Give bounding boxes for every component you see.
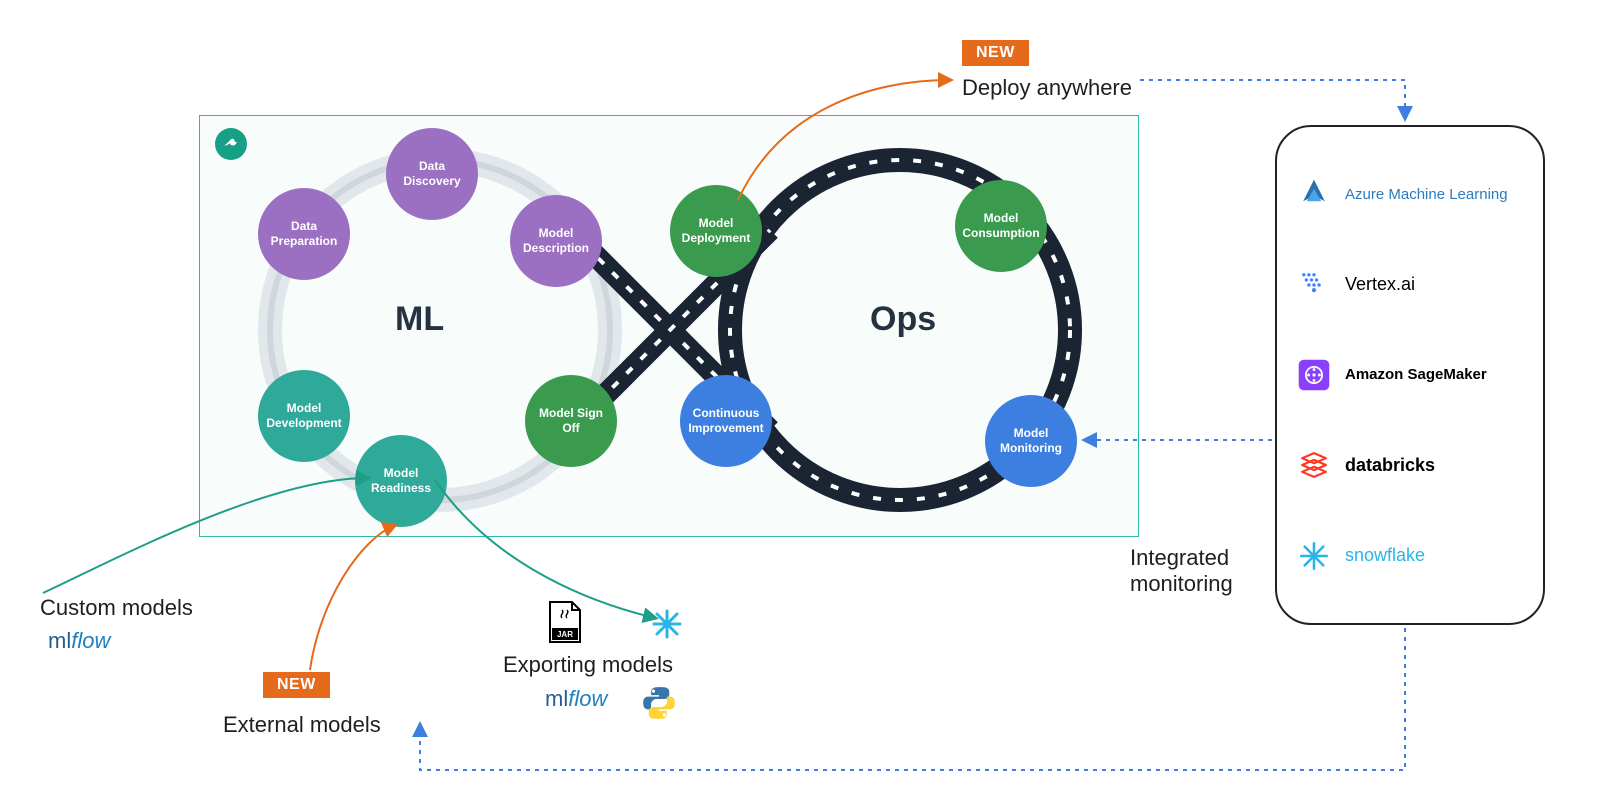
- node-label: Model Development: [264, 401, 344, 431]
- node-model-readiness: Model Readiness: [355, 435, 447, 527]
- node-label: Model Readiness: [361, 466, 441, 496]
- platform-label: Vertex.ai: [1345, 274, 1415, 295]
- mlflow-logo: mlflow: [48, 628, 110, 654]
- platform-label: Amazon SageMaker: [1345, 367, 1487, 384]
- node-model-consumption: Model Consumption: [955, 180, 1047, 272]
- platform-databricks: databricks: [1295, 446, 1525, 484]
- python-icon: [640, 684, 678, 727]
- callout-label: Integratedmonitoring: [1130, 545, 1233, 596]
- new-badge-deploy: NEW: [962, 40, 1029, 66]
- snowflake-icon: [1295, 537, 1333, 575]
- node-data-discovery: Data Discovery: [386, 128, 478, 220]
- callout-external-models: External models: [223, 712, 381, 738]
- node-label: Data Discovery: [392, 159, 472, 189]
- platform-vertex: Vertex.ai: [1295, 266, 1525, 304]
- snowflake-icon: [651, 608, 683, 645]
- callout-custom-models: Custom models: [40, 595, 193, 621]
- node-label: Model Deployment: [676, 216, 756, 246]
- node-model-description: Model Description: [510, 195, 602, 287]
- platform-snowflake: snowflake: [1295, 537, 1525, 575]
- node-label: Data Preparation: [264, 219, 344, 249]
- arrow-external-models: [300, 520, 420, 680]
- node-label: Continuous Improvement: [686, 406, 766, 436]
- sagemaker-icon: [1295, 356, 1333, 394]
- node-model-development: Model Development: [258, 370, 350, 462]
- svg-text:JAR: JAR: [557, 630, 573, 639]
- node-label: Model Description: [516, 226, 596, 256]
- platform-sagemaker: Amazon SageMaker: [1295, 356, 1525, 394]
- mlflow-logo: mlflow: [545, 686, 607, 712]
- node-label: Model Consumption: [961, 211, 1041, 241]
- platform-azureml: Azure Machine Learning: [1295, 175, 1525, 213]
- node-model-monitoring: Model Monitoring: [985, 395, 1077, 487]
- loop-label-ml: ML: [395, 300, 444, 339]
- databricks-icon: [1295, 446, 1333, 484]
- callout-exporting-models: Exporting models: [503, 652, 673, 678]
- node-label: Model Monitoring: [991, 426, 1071, 456]
- node-model-sign-off: Model Sign Off: [525, 375, 617, 467]
- loop-label-ops: Ops: [870, 300, 936, 339]
- vertex-icon: [1295, 266, 1333, 304]
- node-label: Model Sign Off: [531, 406, 611, 436]
- node-continuous-improvement: Continuous Improvement: [680, 375, 772, 467]
- node-data-preparation: Data Preparation: [258, 188, 350, 280]
- azureml-icon: [1295, 175, 1333, 213]
- badge-label: NEW: [263, 672, 330, 698]
- platform-label: databricks: [1345, 455, 1435, 476]
- badge-label: NEW: [962, 40, 1029, 66]
- platform-label: Azure Machine Learning: [1345, 186, 1508, 203]
- new-badge-external: NEW: [263, 672, 330, 698]
- jar-file-icon: JAR: [548, 600, 582, 644]
- callout-integrated-monitoring: Integratedmonitoring: [1130, 545, 1233, 598]
- platforms-panel: Azure Machine Learning Vertex.ai Amazon …: [1275, 125, 1545, 625]
- node-model-deployment: Model Deployment: [670, 185, 762, 277]
- callout-deploy-anywhere: Deploy anywhere: [962, 75, 1132, 101]
- platform-label: snowflake: [1345, 545, 1425, 566]
